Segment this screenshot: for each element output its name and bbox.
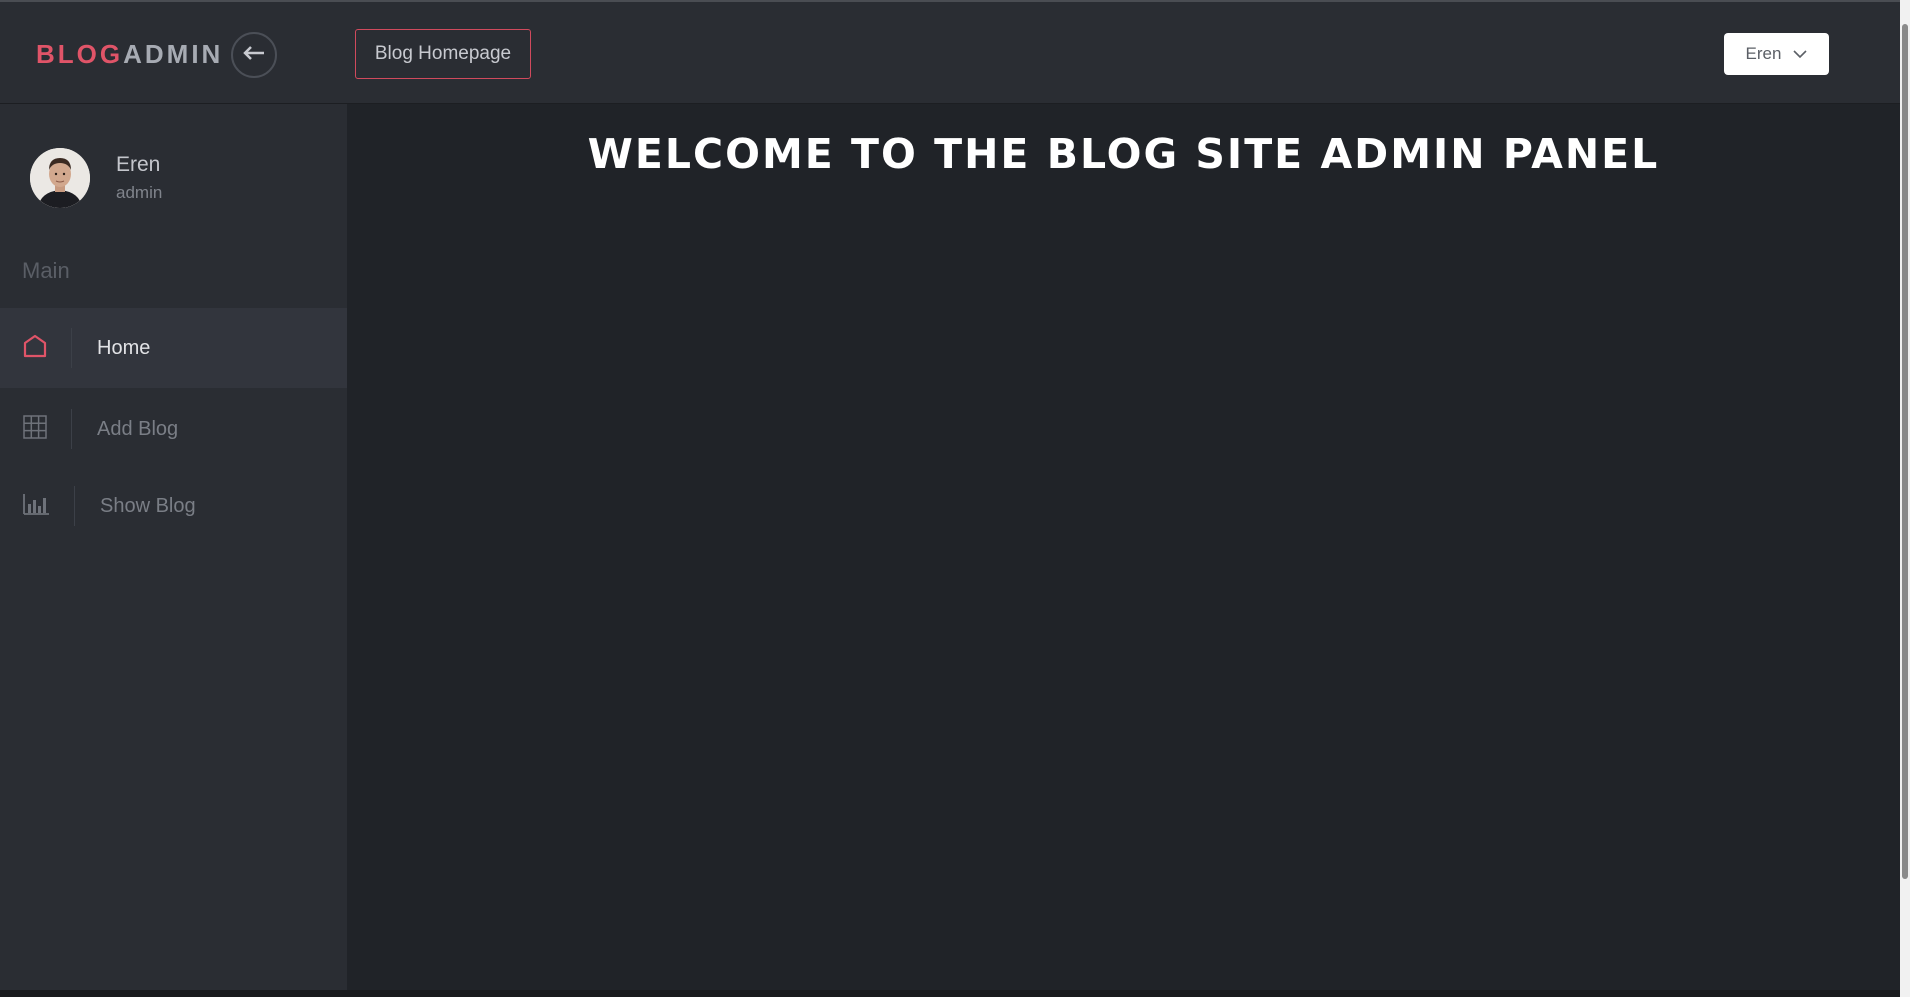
top-navbar: BLOGADMIN Blog Homepage Eren (0, 0, 1900, 104)
sidebar-item-add-blog[interactable]: Add Blog (0, 389, 347, 469)
user-dropdown[interactable]: Eren (1724, 33, 1829, 75)
blog-homepage-button[interactable]: Blog Homepage (355, 29, 531, 79)
main-content: WELCOME TO THE BLOG SITE ADMIN PANEL (347, 104, 1900, 990)
page-title: WELCOME TO THE BLOG SITE ADMIN PANEL (587, 130, 1660, 178)
sidebar-toggle-button[interactable] (231, 32, 277, 78)
sidebar-item-show-blog[interactable]: Show Blog (0, 466, 347, 546)
sidebar-item-label: Add Blog (97, 417, 179, 440)
profile-role: admin (116, 183, 163, 202)
sidebar-item-label: Show Blog (100, 494, 196, 517)
user-dropdown-label: Eren (1745, 44, 1782, 63)
brand-part-admin: ADMIN (123, 39, 224, 69)
arrow-left-icon (243, 45, 265, 65)
profile-name: Eren (116, 153, 161, 176)
home-icon (22, 333, 48, 364)
sidebar: Eren admin Main Home Add Blog Show Blog (0, 104, 347, 990)
bar-chart-icon (22, 492, 50, 521)
brand-part-blog: BLOG (36, 39, 124, 69)
brand-logo[interactable]: BLOGADMIN (36, 39, 223, 70)
scrollbar[interactable] (1900, 0, 1910, 997)
bottom-edge (0, 990, 1900, 997)
sidebar-item-label: Home (97, 336, 151, 359)
chevron-down-icon (1793, 44, 1808, 64)
user-profile: Eren admin (30, 148, 162, 208)
sidebar-section-label: Main (22, 258, 70, 283)
grid-icon (22, 414, 48, 445)
scrollbar-thumb[interactable] (1902, 24, 1908, 879)
avatar (30, 148, 90, 208)
sidebar-item-home[interactable]: Home (0, 308, 347, 388)
